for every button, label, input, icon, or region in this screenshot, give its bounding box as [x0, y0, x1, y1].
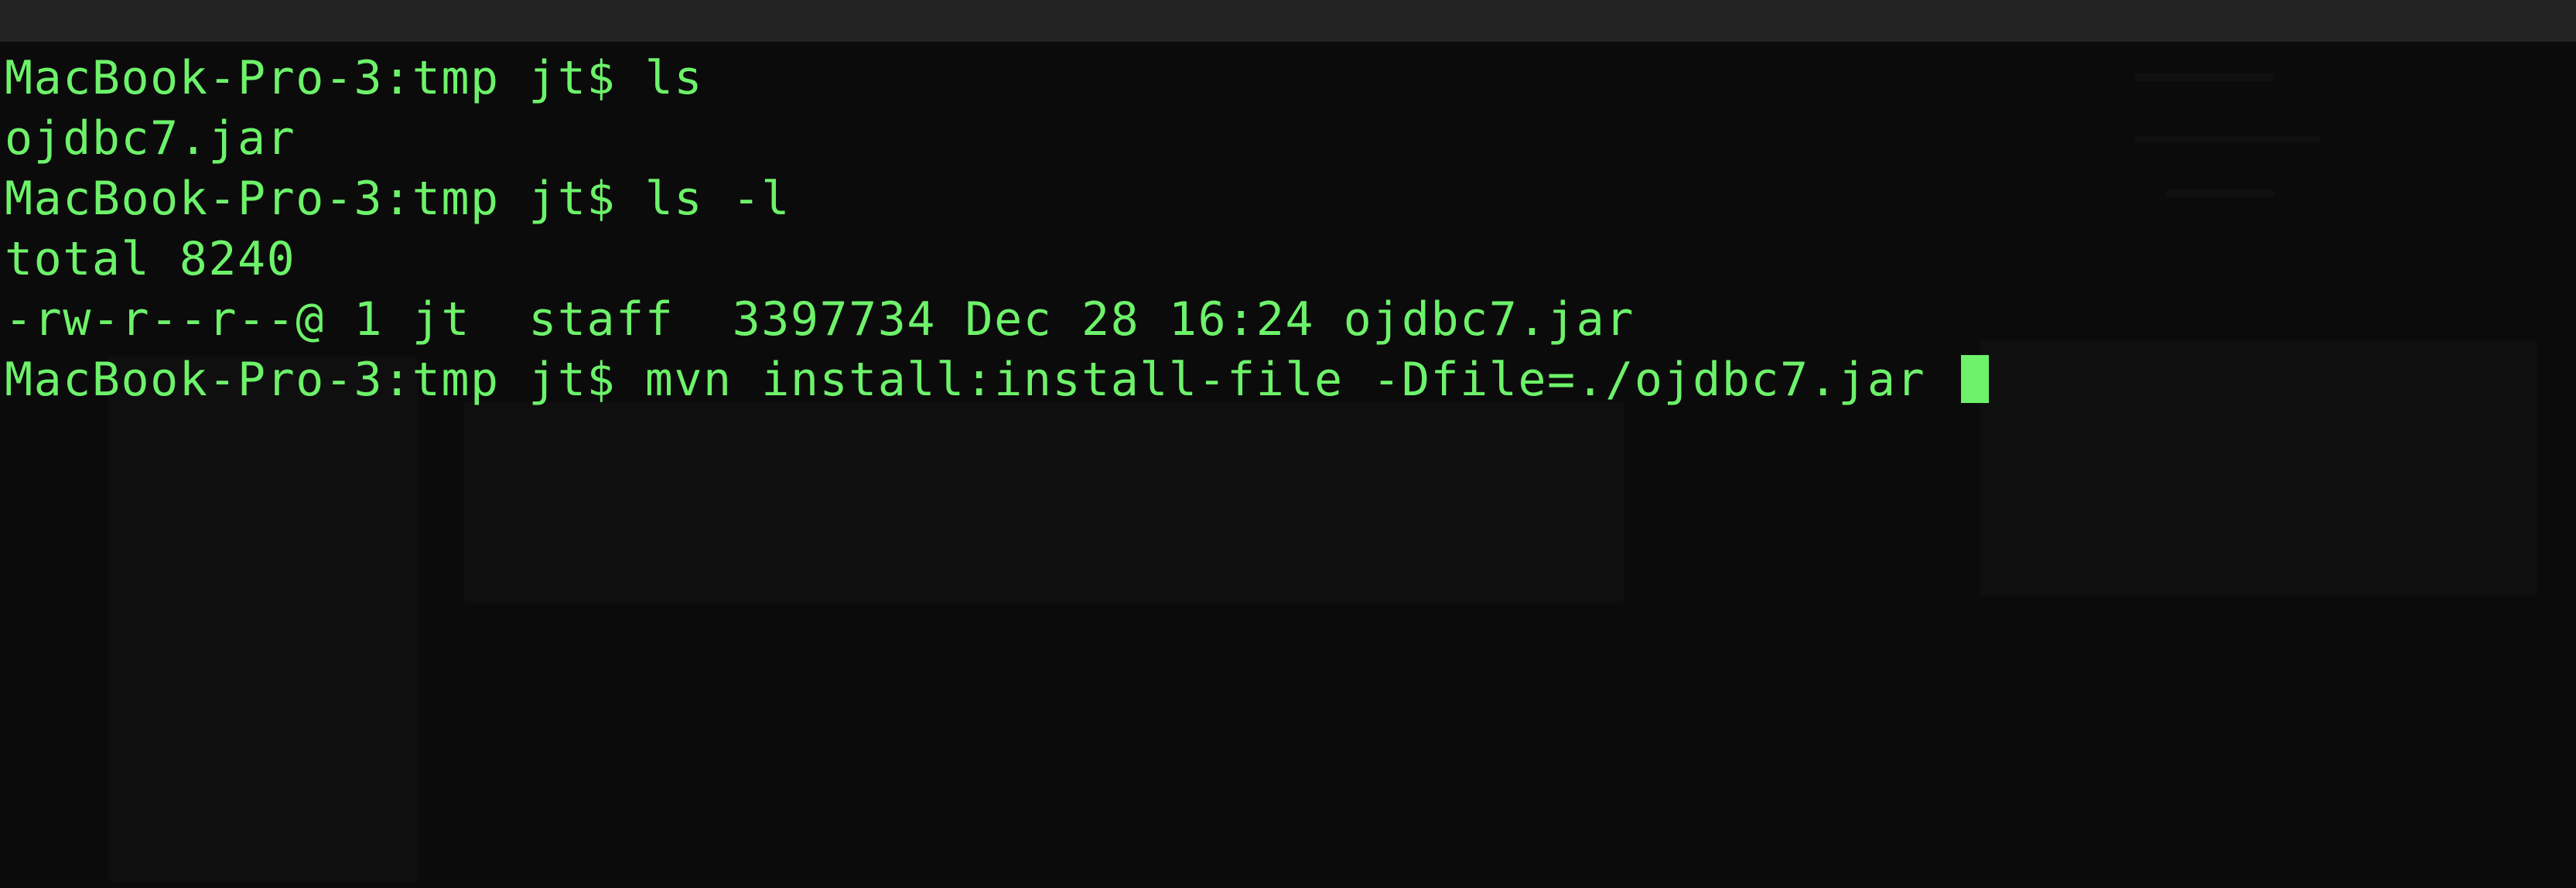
terminal-line-active[interactable]: MacBook-Pro-3:tmp jt$ mvn install:instal… [5, 350, 1989, 410]
terminal-line: total 8240 [5, 229, 296, 289]
block-cursor-icon [1960, 355, 1989, 403]
prompt-text: MacBook-Pro-3:tmp jt$ [5, 172, 645, 226]
terminal-line: MacBook-Pro-3:tmp jt$ ls -l [5, 169, 791, 229]
output-text: ojdbc7.jar [5, 111, 296, 166]
command-input[interactable]: mvn install:install-file -Dfile=./ojdbc7… [645, 353, 1955, 407]
prompt-text: MacBook-Pro-3:tmp jt$ [5, 51, 645, 105]
output-text: total 8240 [5, 232, 296, 286]
command-text: ls [644, 51, 703, 105]
terminal-line: ojdbc7.jar [5, 108, 296, 169]
output-text: -rw-r--r--@ 1 jt staff 3397734 Dec 28 16… [5, 292, 1635, 347]
command-text: ls -l [644, 172, 791, 226]
terminal-line: MacBook-Pro-3:tmp jt$ ls [5, 48, 703, 108]
window-titlebar [0, 0, 2576, 42]
terminal-window: MacBook-Pro-3:tmp jt$ ls ojdbc7.jar MacB… [0, 0, 2576, 888]
terminal-line: -rw-r--r--@ 1 jt staff 3397734 Dec 28 16… [5, 289, 1635, 350]
prompt-text: MacBook-Pro-3:tmp jt$ [5, 353, 645, 407]
terminal-content[interactable]: MacBook-Pro-3:tmp jt$ ls ojdbc7.jar MacB… [0, 42, 2576, 888]
